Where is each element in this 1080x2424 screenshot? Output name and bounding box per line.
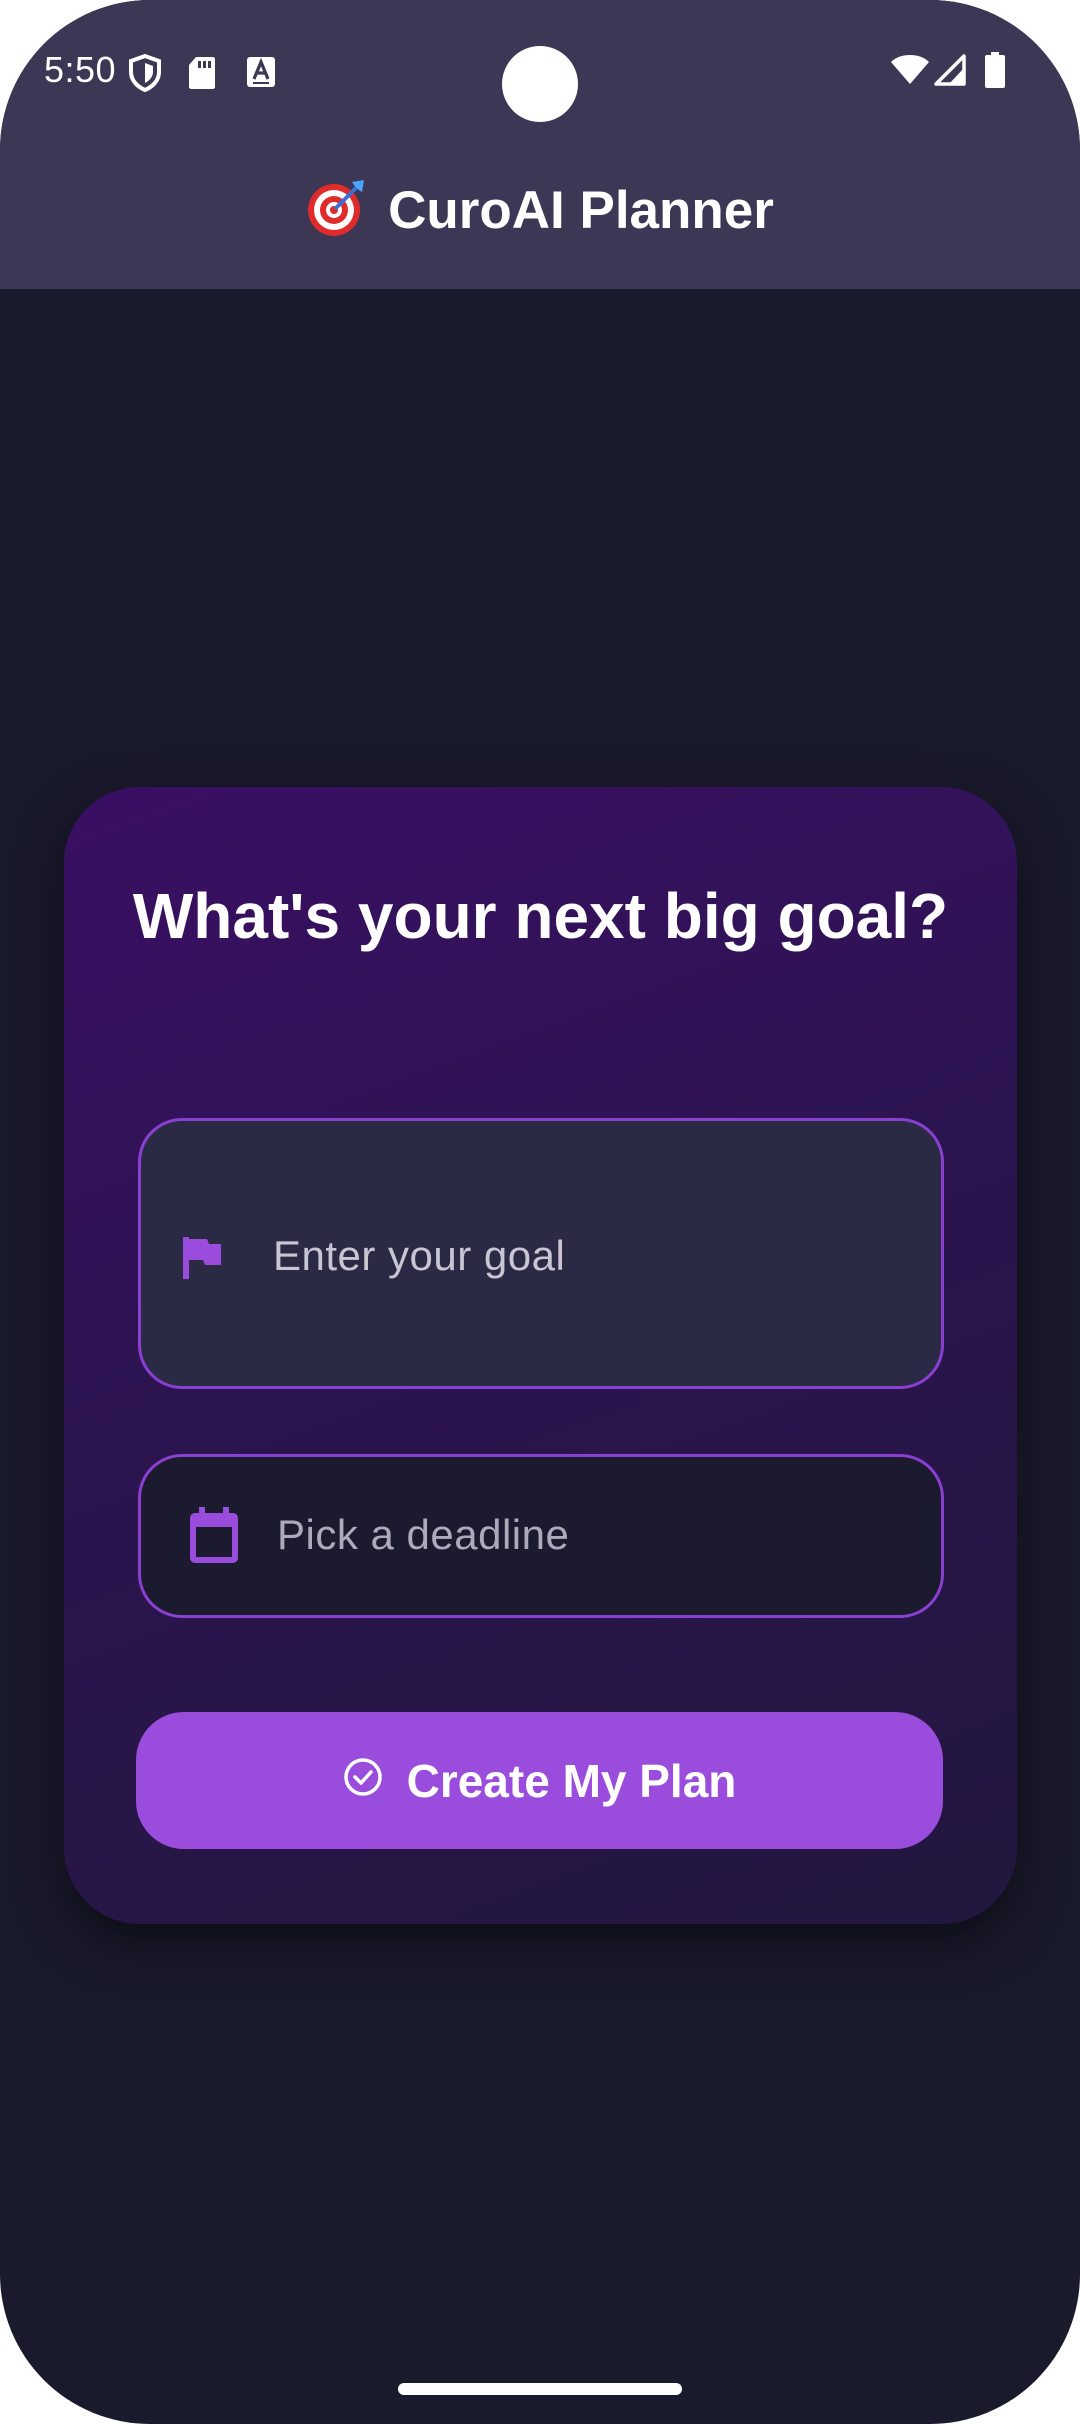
check-circle-icon — [343, 1754, 383, 1808]
goal-placeholder: Enter your goal — [273, 1232, 566, 1279]
keyboard-a-icon — [246, 56, 276, 93]
camera-cutout — [502, 46, 578, 122]
calendar-icon — [187, 1507, 241, 1570]
create-plan-label: Create My Plan — [406, 1754, 737, 1807]
deadline-picker[interactable]: Pick a deadline — [138, 1454, 944, 1618]
status-time: 5:50 — [44, 49, 117, 90]
app-title-text: CuroAI Planner — [388, 181, 774, 240]
goal-input[interactable]: Enter your goal — [138, 1118, 944, 1389]
deadline-placeholder: Pick a deadline — [277, 1511, 570, 1558]
sd-card-icon — [188, 56, 216, 95]
card-heading: What's your next big goal? — [132, 880, 949, 952]
target-icon — [306, 178, 366, 238]
wifi-icon — [890, 54, 930, 91]
battery-icon — [984, 52, 1006, 93]
app-title: CuroAI Planner — [0, 178, 1080, 241]
home-indicator[interactable] — [398, 2383, 682, 2395]
shield-icon — [128, 53, 162, 97]
flag-icon — [181, 1235, 225, 1286]
create-plan-button[interactable]: Create My Plan — [136, 1712, 943, 1849]
goal-card: What's your next big goal? Enter your go… — [64, 787, 1017, 1924]
app-bar: 5:50 CuroAI Planner — [0, 0, 1080, 289]
signal-icon — [934, 54, 966, 91]
phone-screen: 5:50 CuroAI Planner What's your next big… — [0, 0, 1080, 2424]
